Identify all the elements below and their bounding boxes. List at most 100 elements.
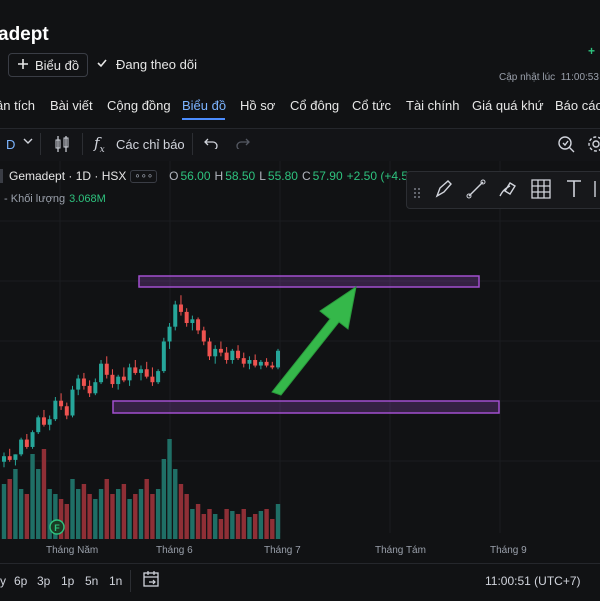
chart-button-label: Biểu đồ [35, 57, 80, 73]
brush-icon[interactable] [497, 178, 521, 202]
updated-time: Cập nhật lúc 11:00:53 [499, 72, 599, 83]
text-tool-icon[interactable] [563, 178, 587, 202]
range-6m[interactable]: 6p [14, 574, 27, 588]
volume-bar [161, 459, 167, 539]
candle-body [201, 330, 206, 342]
trend-line-icon[interactable] [465, 178, 489, 202]
volume-bar [138, 489, 144, 539]
candle-body [19, 439, 24, 455]
candle-body [24, 439, 29, 447]
range-3m[interactable]: 3p [37, 574, 50, 588]
x-axis-label: Tháng 7 [264, 545, 301, 556]
volume-bar [104, 479, 109, 539]
chevron-down-icon[interactable] [22, 135, 34, 150]
volume-bar [41, 449, 47, 539]
volume-bar [1, 484, 7, 539]
toolbar-divider [40, 133, 41, 155]
candle-body [93, 382, 98, 394]
check-icon [96, 57, 108, 72]
candle-body [213, 348, 218, 357]
tab-financials[interactable]: Tài chính [406, 98, 459, 113]
price-chart[interactable]: F [0, 161, 600, 563]
candle-body [224, 352, 229, 360]
tab-chart[interactable]: Biểu đồ [182, 98, 226, 113]
tab-profile[interactable]: Hồ sơ [240, 98, 275, 113]
chart-area[interactable]: F Gemadept · 1D · HSX ∘∘∘ O 56.00 H 58.50 … [0, 161, 600, 563]
volume-bar [275, 504, 281, 539]
volume-bar [247, 517, 252, 539]
x-axis-label: Tháng Tám [375, 545, 426, 556]
candle-body [133, 367, 138, 373]
gear-icon[interactable] [586, 134, 600, 157]
volume-bar [218, 519, 224, 539]
candle-body [81, 378, 86, 386]
x-axis-label: Tháng 6 [156, 545, 193, 556]
volume-bar [224, 509, 229, 539]
redo-icon[interactable] [236, 137, 250, 152]
volume-bar [127, 499, 132, 539]
candle-body [2, 456, 6, 462]
volume-bar [213, 514, 218, 539]
range-1d[interactable]: 1n [109, 574, 122, 588]
candle-body [7, 456, 12, 460]
candle-body [230, 350, 235, 360]
tab-shareholders[interactable]: Cổ đông [290, 98, 339, 113]
low-value: 55.80 [267, 169, 298, 183]
tab-analysis[interactable]: ân tích [0, 98, 35, 113]
fx-icon[interactable]: fx [94, 134, 105, 155]
range-5d[interactable]: 5n [85, 574, 98, 588]
volume-bar [36, 469, 41, 539]
candle-body [258, 361, 263, 366]
resistance-zone [138, 275, 480, 288]
tab-price-history[interactable]: Giá quá khứ [472, 98, 544, 113]
volume-bar [155, 489, 161, 539]
volume-bar [93, 499, 98, 539]
volume-bar [264, 509, 269, 539]
more-icon[interactable]: ∘∘∘ [130, 169, 158, 183]
pen-icon[interactable] [433, 178, 457, 202]
ticker-label[interactable]: Gemadept · 1D · HSX [5, 169, 130, 183]
open-value: 56.00 [180, 169, 211, 183]
range-1y[interactable]: y [0, 574, 6, 588]
follow-button[interactable]: Đang theo dõi [96, 57, 197, 72]
candle-body [13, 454, 18, 460]
change-value: +2.50 (+4.51 [346, 169, 415, 183]
chart-button[interactable]: Biểu đồ [8, 53, 89, 77]
candle-body [87, 385, 92, 394]
scan-icon[interactable] [556, 134, 576, 157]
candle-body [236, 350, 241, 359]
indicators-button[interactable]: Các chỉ báo [116, 137, 185, 152]
tab-reports[interactable]: Báo cáo [555, 98, 600, 113]
range-divider [130, 570, 131, 592]
candle-body [47, 419, 52, 425]
candle-body [218, 348, 223, 353]
chart-clock[interactable]: 11:00:51 (UTC+7) [485, 574, 581, 588]
volume-bar [115, 489, 121, 539]
tab-posts[interactable]: Bài viết [50, 98, 93, 113]
volume-value: 3.068M [69, 193, 106, 205]
candle-body [121, 376, 126, 381]
range-1m[interactable]: 1p [61, 574, 74, 588]
candle-body [253, 360, 258, 366]
ruler-icon[interactable] [593, 178, 600, 202]
candle-body [178, 304, 183, 312]
toolbar-divider [192, 133, 193, 155]
tab-dividends[interactable]: Cổ tức [352, 98, 391, 113]
candle-body [184, 311, 189, 323]
undo-icon[interactable] [204, 137, 218, 152]
candle-body [247, 360, 252, 364]
volume-bar [110, 494, 115, 539]
volume-bar [30, 454, 35, 539]
candle-body [196, 319, 201, 331]
tab-community[interactable]: Cộng đồng [107, 98, 171, 113]
grid-icon[interactable] [530, 178, 554, 202]
candle-body [41, 417, 46, 425]
candle-type-icon[interactable] [54, 135, 70, 156]
candle-body [30, 432, 35, 447]
volume-bar [87, 494, 92, 539]
company-name: adept [0, 24, 49, 45]
volume-bar [150, 494, 155, 539]
candle-body [116, 376, 121, 385]
calendar-icon[interactable] [142, 570, 160, 591]
interval-selector[interactable]: D [6, 137, 15, 152]
